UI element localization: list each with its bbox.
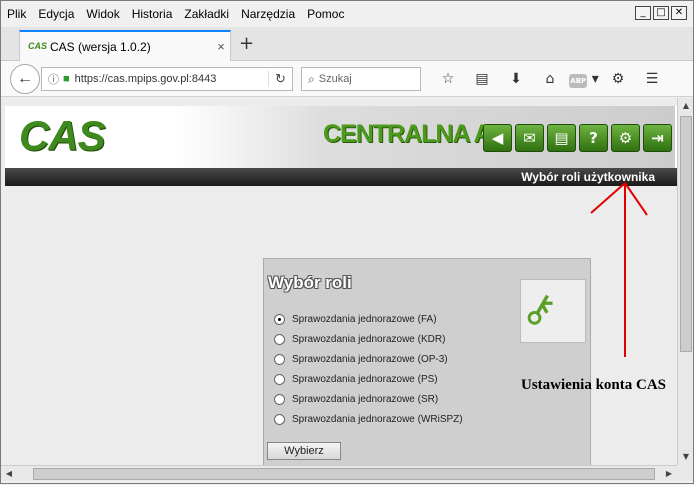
scroll-down-icon[interactable]: ▼ — [678, 449, 694, 465]
annotation-arrow — [590, 182, 648, 357]
scroll-right-icon[interactable]: ▶ — [661, 466, 677, 482]
vertical-scrollbar[interactable]: ▲ ▼ — [677, 98, 693, 465]
scrollbar-corner — [677, 465, 693, 481]
scroll-left-icon[interactable]: ◀ — [1, 466, 17, 482]
browser-window: Plik Edycja Widok Historia Zakładki Narz… — [0, 0, 694, 484]
horizontal-scroll-thumb[interactable] — [33, 468, 655, 480]
annotation-label: Ustawienia konta CAS — [521, 377, 667, 393]
vertical-scroll-thumb[interactable] — [680, 116, 692, 352]
horizontal-scrollbar[interactable]: ◀ ▶ — [1, 465, 677, 481]
scroll-up-icon[interactable]: ▲ — [678, 98, 694, 114]
